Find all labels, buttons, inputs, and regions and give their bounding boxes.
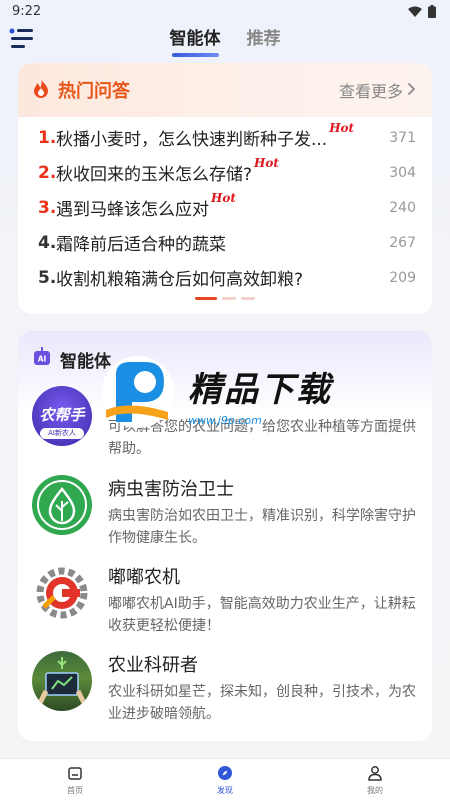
carousel-pager xyxy=(18,297,432,300)
pager-dot[interactable] xyxy=(195,297,217,300)
agent-description: 可以解答您的农业问题，给您农业种植等方面提供帮助。 xyxy=(108,419,416,457)
pager-dot[interactable] xyxy=(222,297,236,300)
agent-item-dudu-machinery[interactable]: 嘟嘟农机 嘟嘟农机AI助手，智能高效助力农业生产，让耕耘收获更轻松便捷！ xyxy=(32,563,424,643)
hot-qa-header: 热门问答 查看更多 xyxy=(18,63,432,117)
gear-wrench-icon xyxy=(32,563,92,623)
hot-badge: Hot xyxy=(211,190,236,205)
nav-mine-label: 我的 xyxy=(367,785,383,795)
tab-recommend[interactable]: 推荐 xyxy=(247,24,281,57)
agent-name: 农帮手 xyxy=(108,390,162,411)
status-time: 9:22 xyxy=(12,3,42,19)
compass-icon xyxy=(217,765,233,783)
qa-text: 秋播小麦时，怎么快速判断种子发... xyxy=(56,130,328,150)
qa-item[interactable]: 1. 秋播小麦时，怎么快速判断种子发... Hot 371 xyxy=(38,120,416,155)
fire-icon xyxy=(32,77,50,103)
agent-item-pest-guard[interactable]: 病虫害防治卫士 病虫害防治如农田卫士，精准识别，科学除害守护作物健康生长。 xyxy=(32,475,424,555)
hot-badge: Hot xyxy=(254,155,279,170)
agent-item-nongbangshou[interactable]: 农帮手 AI新农人 农帮手 可以解答您的农业问题，给您农业种植等方面提供帮助。 xyxy=(32,386,424,466)
avatar-sub-label: AI新农人 xyxy=(40,428,84,439)
hot-qa-title: 热门问答 xyxy=(58,81,130,102)
qa-rank: 2. xyxy=(38,162,57,183)
tab-agents[interactable]: 智能体 xyxy=(170,24,221,57)
qa-item[interactable]: 5. 收割机粮箱满仓后如何高效卸粮? 209 xyxy=(38,260,416,295)
hot-badge: Hot xyxy=(329,120,355,135)
agents-title: 智能体 xyxy=(60,352,111,372)
hot-qa-card: 热门问答 查看更多 1. 秋播小麦时，怎么快速判断种子发... Hot 371 … xyxy=(18,63,432,314)
nav-discover[interactable]: 发现 xyxy=(185,765,265,796)
ai-robot-icon: AI xyxy=(32,347,52,372)
qa-count: 371 xyxy=(389,129,416,146)
leaf-drop-icon xyxy=(32,475,92,535)
view-more-link[interactable]: 查看更多 xyxy=(339,78,416,102)
nav-home[interactable]: 首页 xyxy=(35,765,115,796)
chevron-right-icon xyxy=(407,81,416,100)
home-icon xyxy=(67,765,83,783)
agent-description: 病虫害防治如农田卫士，精准识别，科学除害守护作物健康生长。 xyxy=(108,508,416,546)
agent-description: 农业科研如星芒，探未知，创良种，引技术，为农业进步破暗领航。 xyxy=(108,684,416,722)
nav-home-label: 首页 xyxy=(67,785,83,795)
qa-text: 收割机粮箱满仓后如何高效卸粮? xyxy=(56,270,304,290)
status-icons xyxy=(408,4,436,18)
nav-mine[interactable]: 我的 xyxy=(335,765,415,796)
hot-qa-title-wrap: 热门问答 xyxy=(32,77,130,103)
qa-item[interactable]: 3. 遇到马蜂该怎么应对 Hot 240 xyxy=(38,190,416,225)
qa-rank: 4. xyxy=(38,232,57,253)
top-header: 智能体 推荐 xyxy=(0,22,450,58)
qa-count: 240 xyxy=(389,199,416,216)
avatar-label: 农帮手 xyxy=(39,406,85,424)
agent-description: 嘟嘟农机AI助手，智能高效助力农业生产，让耕耘收获更轻松便捷！ xyxy=(108,596,416,634)
top-tabs: 智能体 推荐 xyxy=(0,24,450,57)
qa-count: 267 xyxy=(389,234,416,251)
qa-item[interactable]: 2. 秋收回来的玉米怎么存储? Hot 304 xyxy=(38,155,416,190)
agent-name: 病虫害防治卫士 xyxy=(108,479,234,500)
pager-dot[interactable] xyxy=(241,297,255,300)
agents-card: AI 智能体 农帮手 AI新农人 农帮手 可以解答您的农业问题，给您农业种植等方… xyxy=(18,331,432,741)
agent-name: 嘟嘟农机 xyxy=(108,567,180,588)
qa-text: 秋收回来的玉米怎么存储? xyxy=(56,165,253,185)
qa-text: 霜降前后适合种的蔬菜 xyxy=(56,235,226,255)
view-more-label: 查看更多 xyxy=(338,82,403,101)
research-field-avatar xyxy=(32,651,92,711)
qa-text: 遇到马蜂该怎么应对 xyxy=(56,200,209,220)
wifi-icon xyxy=(408,6,422,17)
nav-discover-label: 发现 xyxy=(217,785,233,795)
battery-icon xyxy=(428,4,436,18)
agent-avatar-nongbangshou: 农帮手 AI新农人 xyxy=(32,386,92,446)
agents-header: AI 智能体 xyxy=(32,347,111,372)
svg-text:AI: AI xyxy=(38,355,47,364)
qa-rank: 3. xyxy=(38,197,57,218)
user-icon xyxy=(367,765,383,783)
qa-rank: 1. xyxy=(38,127,57,148)
agent-name: 农业科研者 xyxy=(108,655,198,676)
hot-qa-list: 1. 秋播小麦时，怎么快速判断种子发... Hot 371 2. 秋收回来的玉米… xyxy=(18,117,432,295)
qa-count: 209 xyxy=(389,269,416,286)
qa-item[interactable]: 4. 霜降前后适合种的蔬菜 267 xyxy=(38,225,416,260)
bottom-nav: 首页 发现 我的 xyxy=(0,758,450,801)
qa-count: 304 xyxy=(389,164,416,181)
agent-item-agri-researcher[interactable]: 农业科研者 农业科研如星芒，探未知，创良种，引技术，为农业进步破暗领航。 xyxy=(32,651,424,731)
status-bar: 9:22 xyxy=(0,0,450,22)
qa-rank: 5. xyxy=(38,267,57,288)
